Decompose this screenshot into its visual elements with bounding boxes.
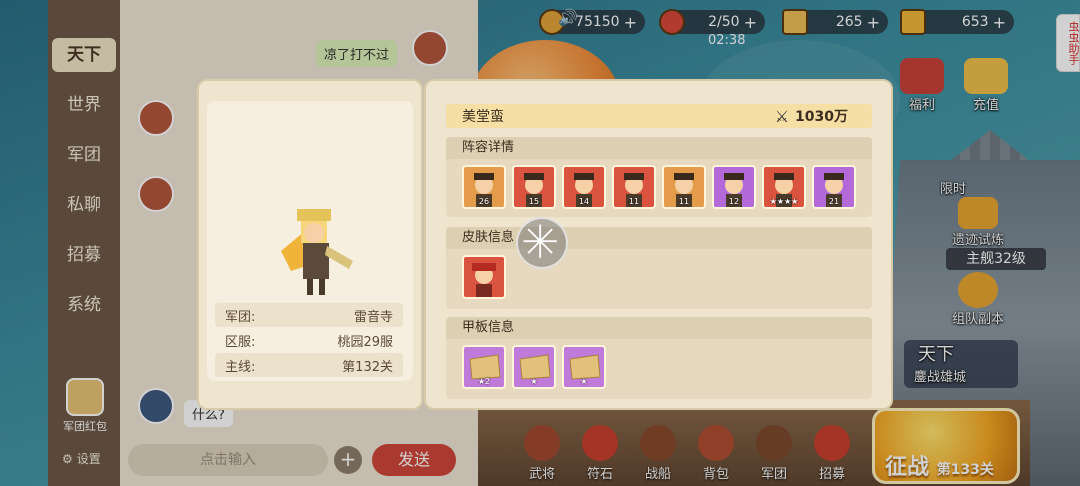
hero-level: 21 [828, 197, 840, 206]
hero-level: 14 [578, 197, 590, 206]
hero-slot[interactable]: 14 [562, 165, 606, 209]
deck-slot[interactable]: ★ [512, 345, 556, 389]
hero-level: ★★★★ [769, 197, 799, 206]
skin-title: 皮肤信息 [446, 227, 872, 249]
deck-title: 甲板信息 [446, 317, 872, 339]
hero-level: 11 [628, 197, 640, 206]
skin-slot[interactable] [462, 255, 506, 299]
lineup-title: 阵容详情 [446, 137, 872, 159]
mainline-row: 主线: 第132关 [215, 353, 403, 377]
power-value: 1030万 [795, 109, 848, 125]
player-profile-card: 军团: 雷音寺 区服: 桃园29服 主线: 第132关 [197, 79, 423, 410]
compass-star-icon [523, 224, 557, 258]
compass-icon[interactable] [516, 217, 568, 269]
deck-slot[interactable]: ★ [562, 345, 606, 389]
hero-level: 26 [478, 197, 490, 206]
deck-section: 甲板信息 ★2 ★ ★ [446, 317, 872, 399]
power-display: ⚔ 1030万 [775, 106, 848, 126]
hero-slot[interactable]: 21 [812, 165, 856, 209]
hero-slot[interactable]: ★★★★ [762, 165, 806, 209]
lineup-section: 阵容详情 26 15 14 11 11 12 ★★★★ 21 [446, 137, 872, 217]
hero-slot[interactable]: 26 [462, 165, 506, 209]
hero-slot[interactable]: 15 [512, 165, 556, 209]
mainline-value: 第132关 [342, 359, 393, 375]
hero-level: 15 [528, 197, 540, 206]
player-name-bar: 美堂蛮 ⚔ 1030万 [446, 104, 872, 128]
deck-stars: ★2 [477, 377, 491, 386]
player-detail-card: 美堂蛮 ⚔ 1030万 阵容详情 26 15 14 11 11 12 ★★★★ 21 皮肤信息… [424, 79, 893, 410]
deck-stars: ★ [580, 377, 588, 386]
hero-level: 11 [678, 197, 690, 206]
deck-stars: ★ [530, 377, 538, 386]
mainline-label: 主线: [225, 359, 256, 375]
hero-skin-portrait [472, 263, 496, 297]
server-label: 区服: [225, 334, 256, 350]
player-name: 美堂蛮 [462, 109, 504, 125]
legion-label: 军团: [225, 309, 256, 325]
legion-value: 雷音寺 [353, 309, 393, 325]
legion-row: 军团: 雷音寺 [215, 303, 403, 327]
skin-section: 皮肤信息 [446, 227, 872, 309]
crossed-swords-icon: ⚔ [774, 106, 790, 126]
server-row: 区服: 桃园29服 [215, 328, 403, 352]
server-value: 桃园29服 [337, 334, 393, 350]
hero-slot[interactable]: 11 [662, 165, 706, 209]
deck-slot[interactable]: ★2 [462, 345, 506, 389]
hero-slot[interactable]: 12 [712, 165, 756, 209]
hero-portrait [281, 209, 353, 295]
hero-level: 12 [728, 197, 740, 206]
hero-slot[interactable]: 11 [612, 165, 656, 209]
